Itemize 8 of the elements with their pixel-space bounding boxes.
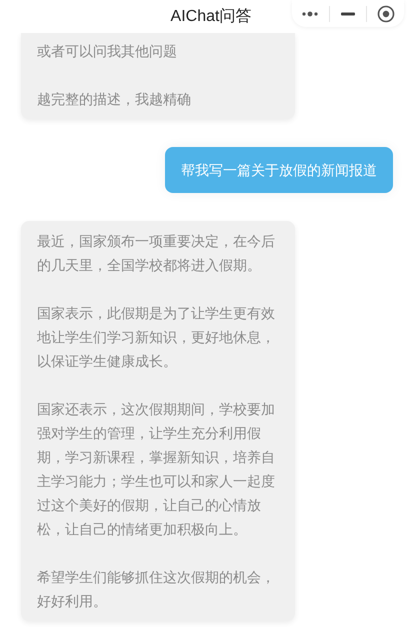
header-title: AIChat问答 bbox=[170, 6, 252, 26]
bot-message-text: 国家表示，此假期是为了让学生更有效地让学生们学习新知识，更好地休息，以保证学生健康成长。 bbox=[37, 304, 276, 371]
bot-message-text: 国家还表示，这次假期期间，学校要加强对学生的管理，让学生充分利用假期，学习新课程，掌握新知识，培养自主学习能力；学生也可以和家人一起度过这个美好的假期，让自己的心情放松，让自己的情绪更加积极向上。 bbox=[37, 400, 276, 539]
bot-message-text: 希望学生们能够抓住这次假期的机会，好好利用。 bbox=[37, 568, 276, 611]
bot-message-text: 最近，国家颁布一项重要决定，在今后的几天里，全国学校都将进入假期。 bbox=[37, 232, 276, 275]
bot-message-text: 或者可以问我其他问题 bbox=[37, 42, 178, 61]
user-message-text: 帮我写一篇关于放假的新闻报道 bbox=[181, 161, 377, 180]
bot-message-text: 越完整的描述，我越精确 bbox=[37, 90, 192, 109]
